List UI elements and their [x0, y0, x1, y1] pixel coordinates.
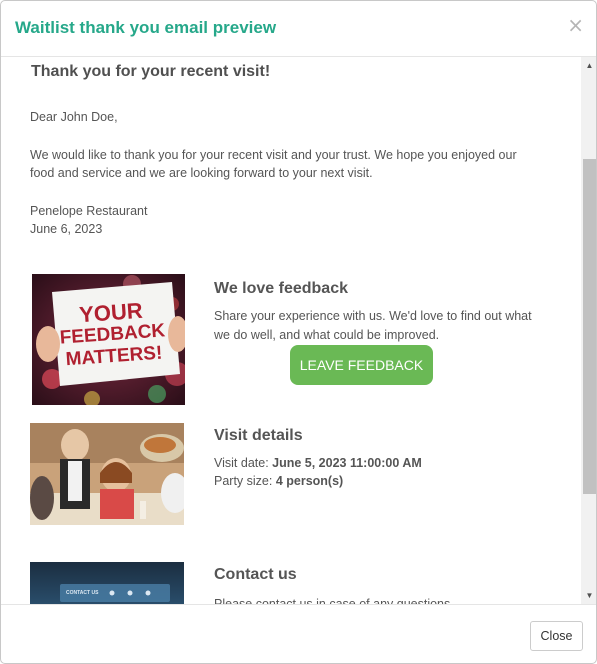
contact-title: Contact us	[214, 566, 297, 583]
close-button[interactable]: Close	[530, 621, 583, 651]
email-body-line-1: We would like to thank you for your rece…	[30, 148, 517, 162]
email-preview-modal: Waitlist thank you email preview × Thank…	[0, 0, 597, 664]
close-icon[interactable]: ×	[567, 15, 584, 35]
caret-down-icon[interactable]: ▼	[581, 587, 596, 604]
restaurant-image	[30, 423, 184, 525]
party-size-label: Party size:	[214, 474, 276, 488]
scrollbar-thumb[interactable]	[583, 159, 596, 494]
leave-feedback-button[interactable]: LEAVE FEEDBACK	[290, 345, 433, 385]
modal-header: Waitlist thank you email preview ×	[1, 1, 596, 57]
visit-date-value: June 5, 2023 11:00:00 AM	[272, 456, 422, 470]
visit-date-label: Visit date:	[214, 456, 273, 470]
contact-text: Please contact us in case of any questio…	[214, 597, 454, 604]
modal-title: Waitlist thank you email preview	[15, 18, 277, 37]
salutation: Dear John Doe,	[30, 110, 118, 124]
visit-date-row: Visit date: June 5, 2023 11:00:00 AM	[214, 454, 559, 473]
contact-image: CONTACT US	[30, 562, 184, 604]
feedback-image: YOUR FEEDBACK MATTERS!	[32, 274, 185, 405]
visit-details-title: Visit details	[214, 427, 303, 444]
party-size-value: 4 person(s)	[275, 474, 344, 488]
contact-image-label: CONTACT US	[66, 590, 99, 596]
email-content: Thank you for your recent visit! Dear Jo…	[1, 57, 581, 604]
caret-up-icon[interactable]: ▲	[581, 57, 596, 74]
vertical-scrollbar[interactable]: ▲ ▼	[581, 57, 596, 604]
signature-name: Penelope Restaurant	[30, 204, 148, 218]
feedback-text-line-1: Share your experience with us. We'd love…	[214, 309, 532, 323]
party-size-row: Party size: 4 person(s)	[214, 472, 559, 491]
feedback-title: We love feedback	[214, 280, 348, 297]
modal-body[interactable]: Thank you for your recent visit! Dear Jo…	[1, 57, 596, 604]
modal-footer: Close	[1, 604, 596, 663]
feedback-text-line-2: we do well, and what could be improved.	[214, 328, 440, 342]
email-heading: Thank you for your recent visit!	[31, 63, 271, 80]
email-body-line-2: food and service and we are looking forw…	[30, 166, 373, 180]
signature-date: June 6, 2023	[30, 222, 103, 236]
